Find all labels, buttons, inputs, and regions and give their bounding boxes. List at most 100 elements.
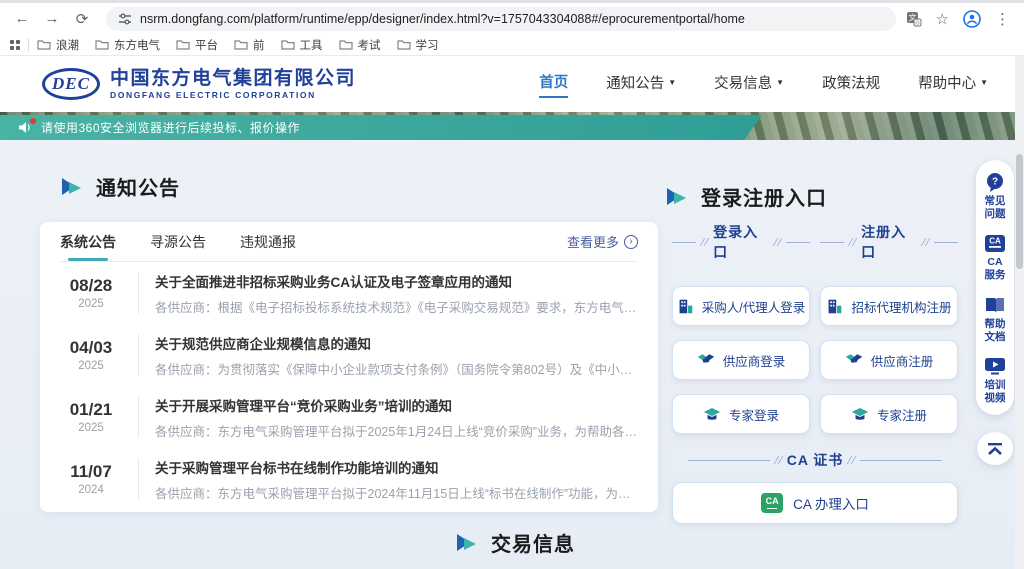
handshake-icon (697, 352, 715, 368)
announcement-desc: 各供应商：根据《电子招标投标系统技术规范》《电子采购交易规范》要求，东方电气采购… (155, 297, 638, 316)
bookmark-folder-study[interactable]: 学习 (397, 37, 439, 53)
folder-icon (176, 39, 190, 50)
supplier-login-button[interactable]: 供应商登录 (672, 340, 810, 380)
section-title: 登录注册入口 (701, 182, 827, 211)
folder-icon (234, 39, 248, 50)
page-scrollbar[interactable] (1015, 56, 1024, 569)
address-bar[interactable]: nsrm.dongfang.com/platform/runtime/epp/d… (106, 7, 896, 31)
divider (138, 458, 139, 500)
announcement-row[interactable]: 04/03 2025 关于规范供应商企业规模信息的通知 各供应商：为贯彻落实《保… (60, 324, 638, 386)
announcement-row[interactable]: 11/07 2024 关于采购管理平台标书在线制作功能培训的通知 各供应商：东方… (60, 448, 638, 510)
announcement-desc: 各供应商：东方电气采购管理平台拟于2025年1月24日上线“竞价采购”业务，为帮… (155, 421, 638, 440)
training-videos-shortcut[interactable]: 培训视频 (984, 357, 1006, 405)
svg-text:?: ? (992, 177, 998, 188)
bookmark-star-icon[interactable]: ☆ (936, 10, 949, 28)
translate-icon[interactable]: 文 G (906, 11, 922, 27)
url-text: nsrm.dongfang.com/platform/runtime/epp/d… (140, 12, 745, 26)
profile-avatar-icon[interactable] (963, 10, 981, 28)
tab-violation-reports[interactable]: 违规通报 (240, 222, 296, 261)
chevron-down-icon: ▼ (668, 78, 676, 87)
chevron-down-icon: ▼ (776, 78, 784, 87)
divider (138, 396, 139, 438)
tab-sourcing-notices[interactable]: 寻源公告 (150, 222, 206, 261)
reload-button[interactable]: ⟳ (70, 7, 94, 31)
book-icon (984, 296, 1006, 315)
folder-icon (281, 39, 295, 50)
ca-group-header: CA 证书 (672, 450, 958, 470)
browser-toolbar: ← → ⟳ nsrm.dongfang.com/platform/runtime… (0, 3, 1024, 34)
bookmark-folder-front[interactable]: 前 (234, 37, 265, 53)
scrollbar-thumb[interactable] (1016, 154, 1023, 269)
announcement-title: 关于规范供应商企业规模信息的通知 (155, 333, 638, 353)
bookmark-folder-langchao[interactable]: 浪潮 (37, 37, 79, 53)
browser-notice-bar: 请使用360安全浏览器进行后续投标、报价操作 (0, 115, 762, 140)
section-arrow-icon (455, 533, 479, 553)
announcements-card: 系统公告 寻源公告 违规通报 查看更多 › 08/28 2025 关于全面推进非… (40, 222, 658, 512)
hero-banner-image: 请使用360安全浏览器进行后续投标、报价操作 (0, 112, 1024, 140)
announcement-desc: 各供应商：东方电气采购管理平台拟于2024年11月15日上线“标书在线制作”功能… (155, 483, 638, 502)
back-button[interactable]: ← (10, 7, 34, 31)
announcement-date: 04/03 2025 (60, 338, 122, 372)
bookmarks-bar: 浪潮 东方电气 平台 前 工具 考试 学习 (0, 34, 1024, 56)
register-group-header: 注册入口 (820, 222, 958, 262)
site-settings-icon[interactable] (118, 12, 132, 26)
forward-button[interactable]: → (40, 7, 64, 31)
bookmark-folder-dongfang[interactable]: 东方电气 (95, 37, 160, 53)
announcements-section-heading: 通知公告 (60, 172, 180, 201)
section-title: 交易信息 (491, 528, 575, 557)
folder-icon (95, 39, 109, 50)
chrome-menu-icon[interactable]: ⋮ (995, 10, 1010, 28)
nav-notices[interactable]: 通知公告▼ (606, 72, 676, 97)
login-group-header: 登录入口 (672, 222, 810, 262)
nav-trade-info[interactable]: 交易信息▼ (714, 72, 784, 97)
company-name-en: DONGFANG ELECTRIC CORPORATION (110, 90, 356, 100)
back-to-top-button[interactable] (977, 432, 1013, 465)
divider (138, 334, 139, 376)
video-icon (984, 357, 1006, 376)
help-docs-shortcut[interactable]: 帮助文档 (984, 296, 1006, 344)
nav-home[interactable]: 首页 (539, 71, 568, 98)
collapse-top-icon (986, 442, 1004, 456)
section-arrow-icon (60, 177, 84, 197)
divider (138, 272, 139, 314)
view-more-link[interactable]: 查看更多 › (567, 232, 638, 251)
ca-apply-button[interactable]: CA CA 办理入口 (672, 482, 958, 524)
tab-system-notices[interactable]: 系统公告 (60, 222, 116, 261)
announcement-row[interactable]: 01/21 2025 关于开展采购管理平台“竞价采购业务”培训的通知 各供应商：… (60, 386, 638, 448)
announcement-tabs: 系统公告 寻源公告 违规通报 查看更多 › (60, 222, 638, 262)
buyer-agent-login-button[interactable]: 采购人/代理人登录 (672, 286, 810, 326)
ca-card-icon: CA (984, 234, 1006, 253)
announcement-title: 关于开展采购管理平台“竞价采购业务”培训的通知 (155, 395, 638, 415)
announcement-desc: 各供应商：为贯彻落实《保障中小企业款项支付条例》（国务院令第802号）及《中小企… (155, 359, 638, 378)
expert-login-button[interactable]: 专家登录 (672, 394, 810, 434)
chevron-down-icon: ▼ (980, 78, 988, 87)
expert-register-button[interactable]: 专家注册 (820, 394, 958, 434)
announcement-title: 关于全面推进非招标采购业务CA认证及电子签章应用的通知 (155, 271, 638, 291)
apps-grid-icon[interactable] (10, 40, 20, 50)
page-content: 通知公告 系统公告 寻源公告 违规通报 查看更多 › 08/28 2025 关于… (0, 140, 1024, 569)
building-icon (826, 298, 843, 315)
speaker-icon (18, 121, 32, 134)
svg-text:CA: CA (989, 237, 1001, 246)
announcement-row[interactable]: 08/28 2025 关于全面推进非招标采购业务CA认证及电子签章应用的通知 各… (60, 262, 638, 324)
nav-help-center[interactable]: 帮助中心▼ (918, 72, 988, 97)
bookmark-folder-exam[interactable]: 考试 (339, 37, 381, 53)
company-name-cn: 中国东方电气集团有限公司 (110, 68, 356, 90)
folder-icon (339, 39, 353, 50)
bidding-agency-register-button[interactable]: 招标代理机构注册 (820, 286, 958, 326)
folder-icon (397, 39, 411, 50)
announcement-date: 01/21 2025 (60, 400, 122, 434)
alert-dot (30, 118, 36, 124)
dec-logo-icon: DEC (42, 68, 100, 100)
bookmark-folder-platform[interactable]: 平台 (176, 37, 218, 53)
floating-toolbar: ? 常见问题 CA CA服务 帮助文档 培训视频 (976, 160, 1014, 415)
supplier-register-button[interactable]: 供应商注册 (820, 340, 958, 380)
faq-shortcut[interactable]: ? 常见问题 (984, 172, 1006, 221)
announcement-date: 08/28 2025 (60, 276, 122, 310)
question-bubble-icon: ? (984, 172, 1006, 192)
ca-service-shortcut[interactable]: CA CA服务 (984, 234, 1006, 282)
graduation-cap-icon (703, 406, 721, 423)
company-logo[interactable]: DEC 中国东方电气集团有限公司 DONGFANG ELECTRIC CORPO… (42, 68, 356, 100)
bookmark-folder-tools[interactable]: 工具 (281, 37, 323, 53)
nav-policies[interactable]: 政策法规 (822, 72, 880, 97)
